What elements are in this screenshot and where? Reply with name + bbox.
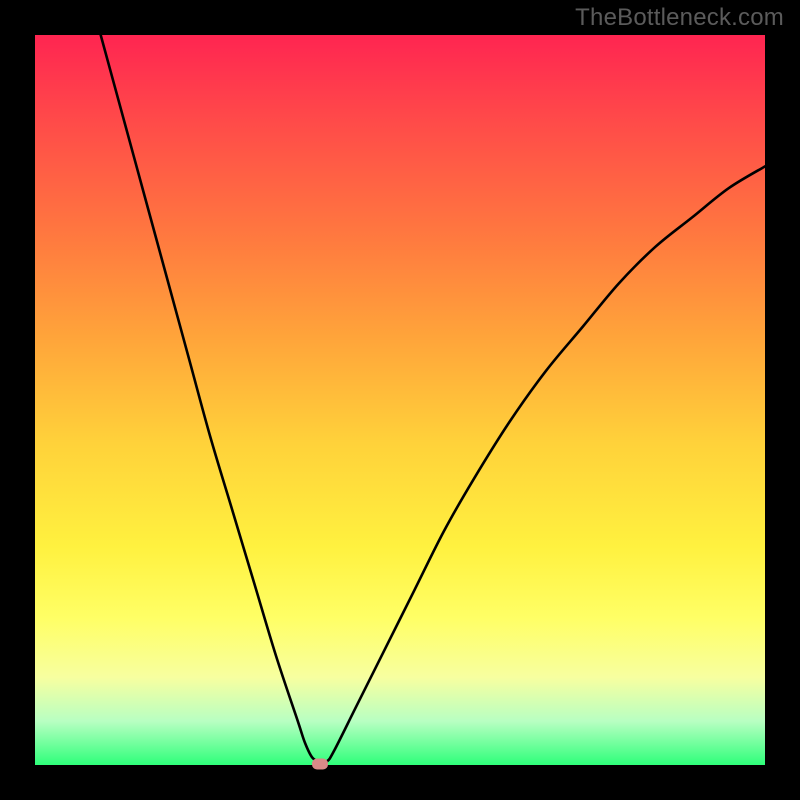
bottleneck-curve (101, 35, 765, 762)
curve-svg (35, 35, 765, 765)
chart-frame: TheBottleneck.com (0, 0, 800, 800)
watermark-text: TheBottleneck.com (575, 4, 784, 32)
minimum-marker (312, 758, 328, 769)
plot-area (35, 35, 765, 765)
